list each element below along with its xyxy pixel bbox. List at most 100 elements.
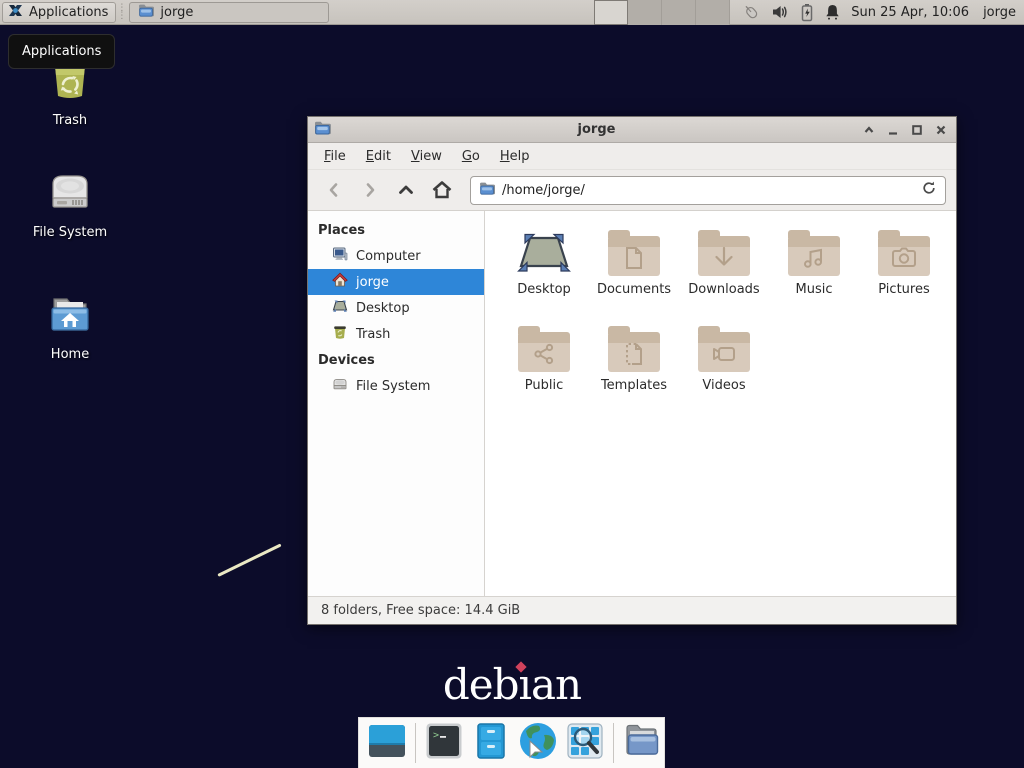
file-folder-public[interactable]: Public	[499, 322, 589, 418]
close-button[interactable]	[934, 123, 948, 137]
dock-terminal-button[interactable]: >	[425, 724, 463, 762]
panel-handle[interactable]: ⋮⋮	[116, 4, 126, 20]
computer-icon	[332, 246, 348, 266]
workspace-3[interactable]	[662, 0, 696, 25]
file-cabinet-icon	[472, 722, 510, 764]
folder-window-icon	[138, 3, 154, 22]
window-body: Places Computer	[308, 211, 956, 596]
file-folder-videos[interactable]: Videos	[679, 322, 769, 418]
dock-file-manager-button[interactable]	[472, 724, 510, 762]
xfce-applications-icon	[7, 2, 24, 23]
workspace-1[interactable]	[594, 0, 628, 25]
window-title: jorge	[331, 122, 862, 137]
file-label: Public	[525, 379, 563, 393]
home-button[interactable]	[426, 175, 458, 205]
file-folder-documents[interactable]: Documents	[589, 226, 679, 322]
file-folder-downloads[interactable]: Downloads	[679, 226, 769, 322]
forward-button[interactable]	[354, 175, 386, 205]
menu-edit[interactable]: Edit	[358, 145, 399, 168]
dock-directory-menu-button[interactable]	[623, 724, 661, 762]
dock-show-desktop-button[interactable]	[368, 724, 406, 762]
applications-menu-label: Applications	[29, 5, 108, 20]
back-button[interactable]	[318, 175, 350, 205]
desktop-surface-icon	[516, 226, 572, 276]
mouse-input-tray-icon[interactable]	[742, 3, 762, 22]
desktop-icon-label: File System	[33, 226, 107, 240]
music-folder-icon	[788, 236, 840, 276]
hard-drive-icon	[46, 168, 94, 220]
maximize-button[interactable]	[910, 123, 924, 137]
reload-icon[interactable]	[921, 180, 937, 200]
window-titlebar[interactable]: jorge	[308, 117, 956, 143]
taskbar-window-button[interactable]: jorge	[129, 2, 329, 23]
templates-folder-icon	[608, 332, 660, 372]
debian-wordmark: debıan	[443, 660, 581, 709]
sidebar-item-jorge[interactable]: jorge	[308, 269, 484, 295]
file-folder-desktop[interactable]: Desktop	[499, 226, 589, 322]
home-icon	[332, 272, 348, 292]
dock-web-browser-button[interactable]	[519, 724, 557, 762]
sidebar-item-label: Desktop	[356, 301, 410, 316]
file-folder-templates[interactable]: Templates	[589, 322, 679, 418]
globe-browser-icon	[518, 721, 558, 765]
directory-folder-icon	[622, 722, 662, 764]
pictures-folder-icon	[878, 236, 930, 276]
desktop-icon-label: Home	[51, 348, 89, 362]
trash-small-icon	[332, 324, 348, 344]
workspace-switcher	[594, 0, 730, 25]
file-label: Templates	[601, 379, 667, 393]
menu-view[interactable]: View	[403, 145, 450, 168]
public-folder-icon	[518, 332, 570, 372]
menu-file[interactable]: File	[316, 145, 354, 168]
toolbar: /home/jorge/	[308, 170, 956, 211]
wallpaper-line-artifact	[217, 543, 281, 576]
sidebar-item-label: File System	[356, 379, 430, 394]
file-manager-window: jorge File Edit View Go Help	[307, 116, 957, 625]
terminal-icon: >	[425, 722, 463, 764]
sidebar-places-header: Places	[308, 217, 484, 243]
sidebar-item-file-system[interactable]: File System	[308, 373, 484, 399]
file-label: Desktop	[517, 283, 571, 297]
notifications-bell-tray-icon[interactable]	[824, 3, 841, 21]
downloads-folder-icon	[698, 236, 750, 276]
menu-help[interactable]: Help	[492, 145, 538, 168]
panel-clock[interactable]: Sun 25 Apr, 10:06	[851, 5, 969, 20]
minimize-button[interactable]	[886, 123, 900, 137]
videos-folder-icon	[698, 332, 750, 372]
workspace-2[interactable]	[628, 0, 662, 25]
window-folder-icon	[314, 120, 331, 140]
sidebar-item-desktop[interactable]: Desktop	[308, 295, 484, 321]
bottom-dock: >	[358, 717, 665, 768]
file-folder-pictures[interactable]: Pictures	[859, 226, 949, 322]
file-label: Documents	[597, 283, 671, 297]
sidebar-item-computer[interactable]: Computer	[308, 243, 484, 269]
menu-go[interactable]: Go	[454, 145, 488, 168]
home-folder-icon	[46, 290, 94, 342]
app-finder-icon	[566, 722, 604, 764]
dock-separator	[613, 723, 614, 763]
dock-separator	[415, 723, 416, 763]
sidebar-item-label: Computer	[356, 249, 421, 264]
file-list: Desktop Documents Downloads	[485, 211, 956, 596]
panel-user-menu[interactable]: jorge	[983, 5, 1016, 20]
battery-charging-tray-icon[interactable]	[799, 3, 815, 22]
sidebar-devices-header: Devices	[308, 347, 484, 373]
up-button[interactable]	[390, 175, 422, 205]
location-bar[interactable]: /home/jorge/	[470, 176, 946, 205]
applications-menu-button[interactable]: Applications	[2, 2, 116, 23]
menubar: File Edit View Go Help	[308, 143, 956, 170]
dock-application-finder-button[interactable]	[566, 724, 604, 762]
desktop-icon-home[interactable]: Home	[24, 290, 116, 362]
desktop-icon	[332, 298, 348, 318]
path-input: /home/jorge/	[502, 183, 914, 198]
applications-tooltip: Applications	[8, 34, 115, 69]
desktop-icon-file-system[interactable]: File System	[24, 168, 116, 240]
file-folder-music[interactable]: Music	[769, 226, 859, 322]
shade-button[interactable]	[862, 123, 876, 137]
sidebar-item-trash[interactable]: Trash	[308, 321, 484, 347]
volume-tray-icon[interactable]	[771, 3, 790, 21]
sidebar-item-label: jorge	[356, 275, 389, 290]
workspace-4[interactable]	[696, 0, 730, 25]
documents-folder-icon	[608, 236, 660, 276]
desktop-icon-label: Trash	[53, 114, 87, 128]
